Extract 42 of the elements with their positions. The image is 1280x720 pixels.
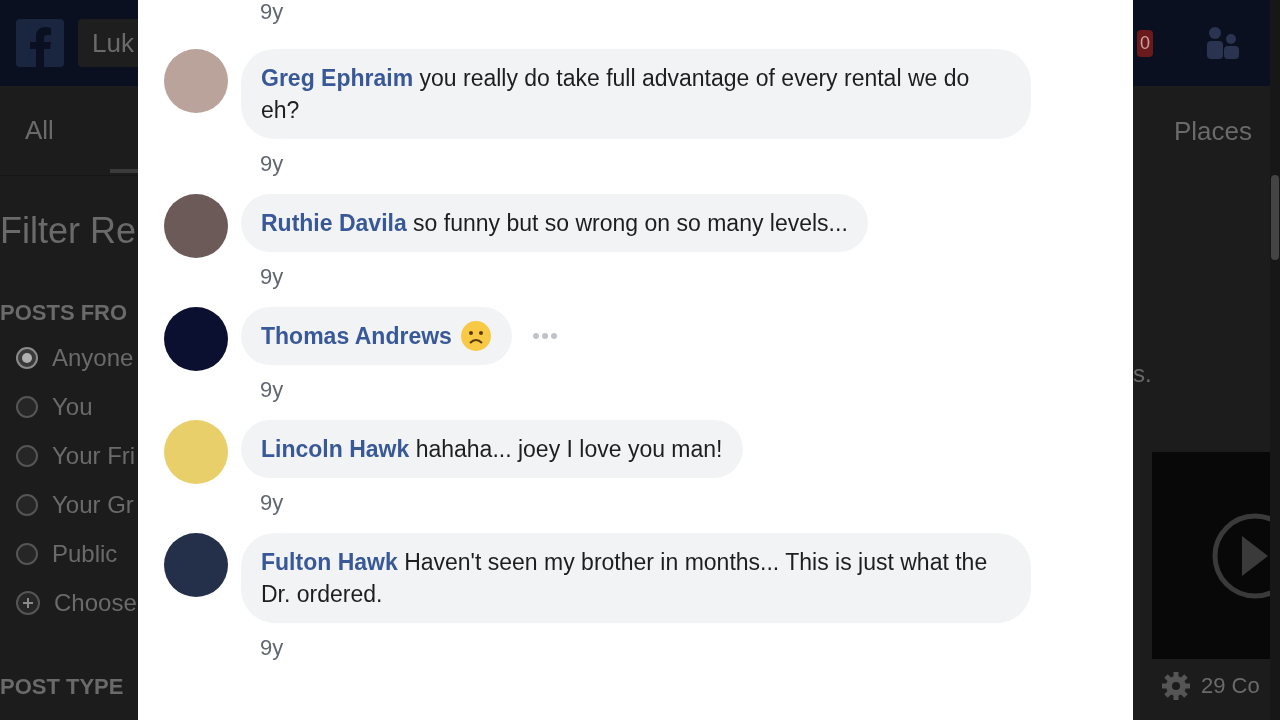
- plus-icon[interactable]: [16, 591, 40, 615]
- settings-icon[interactable]: [1161, 670, 1191, 701]
- author-link[interactable]: Fulton Hawk: [261, 549, 398, 575]
- search-field[interactable]: Luk: [78, 19, 138, 67]
- comment-time[interactable]: 9y: [260, 486, 284, 519]
- comment-time[interactable]: 9y: [260, 260, 284, 293]
- radio-button[interactable]: [16, 543, 38, 565]
- filter-option-label[interactable]: Your Fri: [52, 438, 136, 474]
- frowning-face-icon: [459, 320, 492, 352]
- section-heading: POST TYPE: [0, 673, 125, 701]
- comment-text: Fulton Hawk Haven't seen my brother in months... This is just what the Dr. ordered.: [261, 548, 989, 609]
- section-heading: POSTS FRO: [0, 299, 129, 327]
- comment-text: Ruthie Davila so funny but so wrong on so many levels...: [261, 209, 848, 238]
- more-options-icon[interactable]: [531, 332, 558, 340]
- author-link[interactable]: Greg Ephraim: [261, 65, 414, 91]
- filter-title: Filter Re: [0, 209, 138, 253]
- comment-time[interactable]: 9y: [260, 147, 284, 180]
- post-text: s.: [1133, 359, 1153, 389]
- filter-option-label[interactable]: You: [52, 389, 93, 425]
- comment-count[interactable]: 29 Co: [1201, 669, 1260, 702]
- filter-option-label[interactable]: Your Gr: [52, 487, 134, 523]
- radio-button[interactable]: [16, 445, 38, 467]
- author-link[interactable]: Thomas Andrews: [261, 320, 452, 352]
- filter-option-label[interactable]: Anyone: [52, 340, 134, 376]
- radio-button[interactable]: [16, 494, 38, 516]
- filter-option-label[interactable]: Choose: [54, 585, 137, 621]
- logo-icon[interactable]: [16, 19, 64, 67]
- author-link[interactable]: Lincoln Hawk: [261, 436, 410, 462]
- scrollbar-thumb[interactable]: [1271, 175, 1279, 260]
- filter-option-label[interactable]: Public: [52, 536, 118, 572]
- tab[interactable]: All: [25, 111, 54, 150]
- radio-button[interactable]: [16, 347, 38, 369]
- comment-time[interactable]: 9y: [260, 0, 1133, 27]
- comment-time[interactable]: 9y: [260, 373, 284, 406]
- author-link[interactable]: Ruthie Davila: [261, 210, 407, 236]
- comment-text: Lincoln Hawk hahaha... joey I love you man!: [261, 435, 723, 464]
- radio-button[interactable]: [16, 396, 38, 418]
- notification-badge[interactable]: 0: [1137, 29, 1153, 57]
- comment-text: Greg Ephraim you really do take full advantage of every rental we do eh?: [261, 64, 971, 125]
- video-thumbnail[interactable]: [1152, 452, 1270, 659]
- tab[interactable]: Places: [1173, 111, 1252, 151]
- comment-time[interactable]: 9y: [260, 631, 284, 664]
